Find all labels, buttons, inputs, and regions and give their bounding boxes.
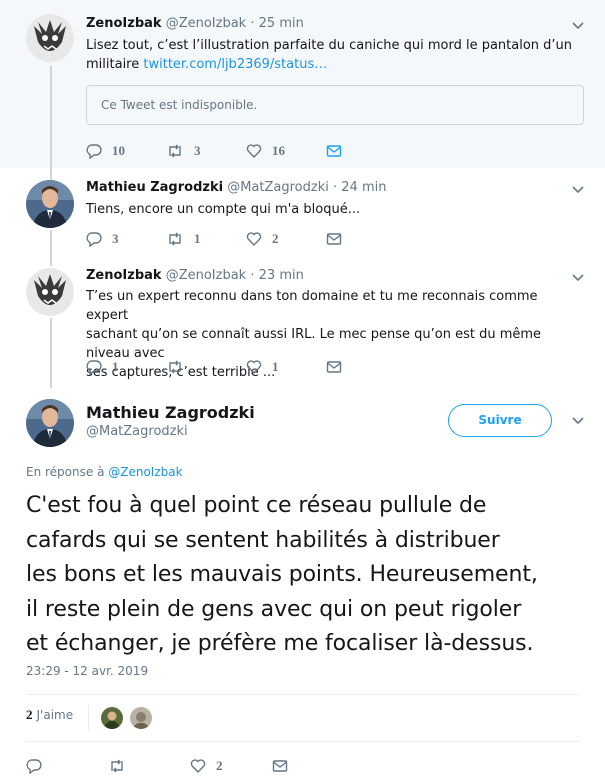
- reply-icon: [86, 144, 102, 159]
- tweet-time[interactable]: 24 min: [341, 180, 386, 195]
- reply-button[interactable]: [26, 758, 108, 774]
- heart-icon: [246, 232, 262, 247]
- like-button[interactable]: 1: [246, 359, 326, 375]
- divider: [26, 694, 579, 695]
- retweet-button[interactable]: 1: [166, 231, 246, 247]
- divider: [26, 741, 579, 742]
- dm-button[interactable]: [326, 143, 406, 159]
- author-handle[interactable]: @MatZagrodzki: [227, 180, 329, 195]
- reply-handle-link[interactable]: @ZenoIzbak: [108, 465, 182, 479]
- author-name[interactable]: Mathieu Zagrodzki: [86, 180, 223, 195]
- tweet-actions: 1 1: [86, 359, 406, 375]
- reply-prefix: En réponse à: [26, 465, 109, 479]
- main-text-line: cafards qui se sentent habilités à distr…: [26, 527, 500, 553]
- envelope-icon: [272, 760, 288, 772]
- retweet-button[interactable]: [108, 758, 190, 774]
- main-tweet-actions: 2: [26, 758, 354, 774]
- reply-icon: [86, 360, 102, 375]
- like-count: 2: [216, 758, 223, 773]
- retweet-button[interactable]: [166, 359, 246, 375]
- tweet-header: ZenoIzbak @ZenoIzbak · 25 min: [86, 16, 304, 31]
- main-text-line: les bons et les mauvais points. Heureuse…: [26, 562, 538, 587]
- avatar-zenoizbak[interactable]: [26, 14, 74, 62]
- like-count: 1: [272, 359, 279, 374]
- envelope-icon: [326, 233, 342, 245]
- reply-count: 1: [112, 359, 119, 374]
- main-text-line: C'est fou à quel point ce réseau pullule…: [26, 493, 487, 518]
- reply-count: 3: [112, 231, 119, 246]
- like-button[interactable]: 2: [190, 758, 272, 774]
- like-button[interactable]: 16: [246, 143, 326, 159]
- chevron-down-icon[interactable]: [571, 271, 585, 285]
- dm-button[interactable]: [326, 359, 406, 375]
- follow-button[interactable]: Suivre: [448, 404, 552, 437]
- author-handle[interactable]: @ZenoIzbak: [166, 268, 247, 283]
- main-text-line: et échanger, je préfère me focaliser là-…: [26, 631, 534, 656]
- chevron-down-icon[interactable]: [571, 414, 585, 428]
- tweet-text-line: T’es un expert reconnu dans ton domaine …: [86, 289, 538, 323]
- liker-avatar[interactable]: [101, 707, 123, 729]
- retweet-icon: [111, 759, 123, 773]
- tweet-text-line: sachant qu’on se connaît aussi IRL. Le m…: [86, 327, 542, 361]
- envelope-icon: [326, 361, 342, 373]
- retweet-button[interactable]: 3: [166, 143, 246, 159]
- tweet-header: ZenoIzbak @ZenoIzbak · 23 min: [86, 268, 304, 283]
- retweet-icon: [169, 232, 181, 246]
- reply-icon: [86, 232, 102, 247]
- tweet-actions: 10 3 16: [86, 143, 406, 159]
- heart-icon: [190, 759, 206, 774]
- like-count: 2: [272, 231, 279, 246]
- tweet-header: Mathieu Zagrodzki @MatZagrodzki · 24 min: [86, 180, 386, 195]
- chevron-down-icon[interactable]: [571, 183, 585, 197]
- liker-avatar[interactable]: [130, 707, 152, 729]
- reply-button[interactable]: 1: [86, 359, 166, 375]
- likes-count: 2: [26, 707, 33, 722]
- main-author-handle[interactable]: @MatZagrodzki: [86, 424, 188, 439]
- tweet-text-line: Lisez tout, c’est l’illustration parfait…: [86, 38, 573, 53]
- author-name[interactable]: ZenoIzbak: [86, 268, 162, 283]
- main-author-name[interactable]: Mathieu Zagrodzki: [86, 403, 255, 422]
- retweet-count: 3: [194, 143, 201, 158]
- envelope-icon: [326, 145, 342, 157]
- reply-button[interactable]: 3: [86, 231, 166, 247]
- avatar-matzagrodzki[interactable]: [26, 399, 74, 447]
- tweet-timestamp[interactable]: 23:29 - 12 avr. 2019: [26, 664, 148, 678]
- tweet-text: Tiens, encore un compte qui m'a bloqué..…: [86, 202, 361, 217]
- reply-icon: [26, 759, 42, 774]
- author-name[interactable]: ZenoIzbak: [86, 16, 162, 31]
- like-count: 16: [272, 143, 285, 158]
- main-tweet-text: C'est fou à quel point ce réseau pullule…: [26, 489, 596, 662]
- quote-text: Ce Tweet est indisponible.: [101, 98, 258, 112]
- separator-dot: ·: [250, 16, 255, 31]
- tweet-actions: 3 1 2: [86, 231, 406, 247]
- avatar-matzagrodzki[interactable]: [26, 180, 74, 228]
- heart-icon: [246, 360, 262, 375]
- thread-line: [50, 318, 52, 388]
- likes-summary[interactable]: 2 J'aime: [26, 707, 73, 723]
- author-handle[interactable]: @ZenoIzbak: [166, 16, 247, 31]
- tweet-time[interactable]: 25 min: [259, 16, 304, 31]
- reply-context: En réponse à @ZenoIzbak: [26, 465, 183, 479]
- dm-button[interactable]: [272, 758, 354, 774]
- reply-button[interactable]: 10: [86, 143, 166, 159]
- tweet-text: Lisez tout, c’est l’illustration parfait…: [86, 36, 576, 74]
- separator-dot: ·: [332, 180, 338, 195]
- reply-count: 10: [112, 143, 125, 158]
- divider: [88, 705, 89, 731]
- dm-button[interactable]: [326, 231, 406, 247]
- quoted-tweet-unavailable: Ce Tweet est indisponible.: [86, 85, 584, 125]
- tweet-time[interactable]: 23 min: [259, 268, 304, 283]
- main-text-line: il reste plein de gens avec qui on peut …: [26, 596, 522, 622]
- chevron-down-icon[interactable]: [571, 19, 585, 33]
- like-button[interactable]: 2: [246, 231, 326, 247]
- retweet-icon: [169, 144, 181, 158]
- heart-icon: [246, 144, 262, 159]
- retweet-count: 1: [194, 231, 201, 246]
- avatar-zenoizbak[interactable]: [26, 268, 74, 316]
- tweet-text-line: militaire: [86, 57, 144, 72]
- likes-label: J'aime: [36, 708, 74, 722]
- tweet-link[interactable]: twitter.com/ljb2369/status…: [143, 57, 327, 72]
- separator-dot: ·: [250, 268, 255, 283]
- retweet-icon: [169, 360, 181, 374]
